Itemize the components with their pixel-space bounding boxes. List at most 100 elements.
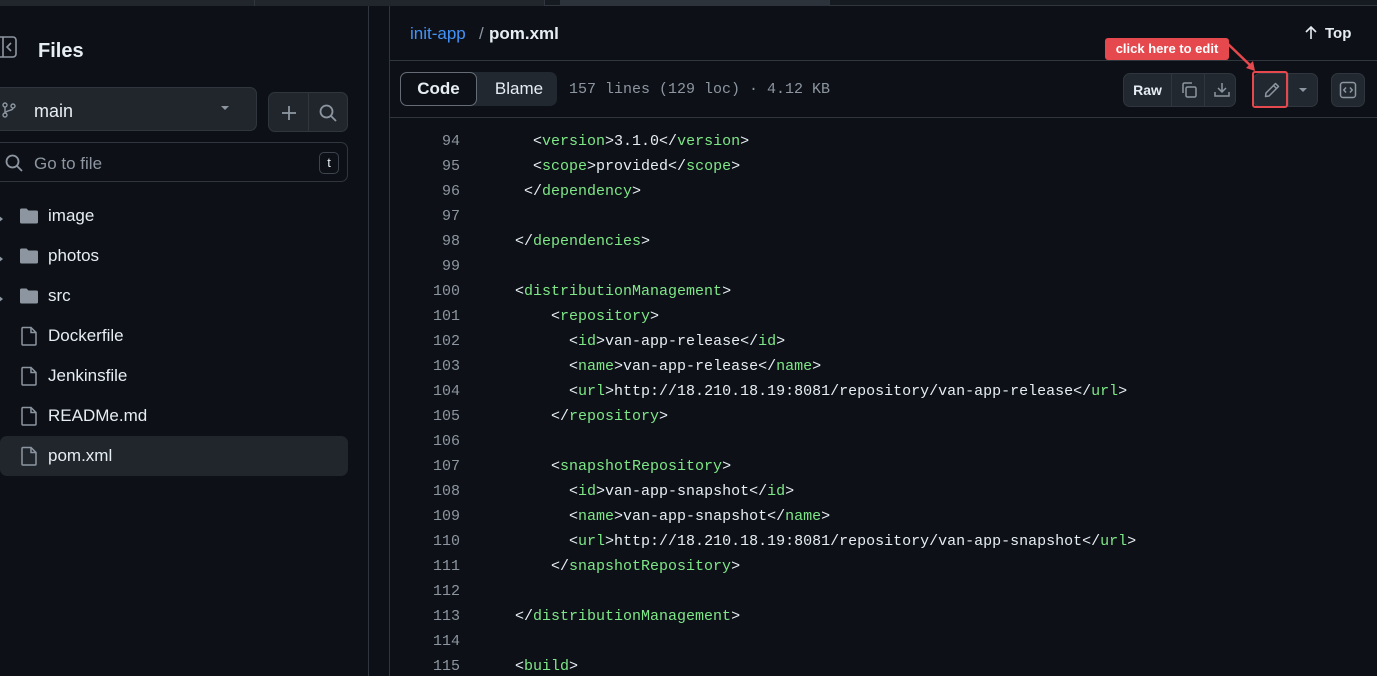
- symbols-panel-button[interactable]: [1331, 73, 1365, 107]
- code-text: <scope>provided</scope>: [533, 158, 741, 175]
- folder-icon: [18, 285, 40, 307]
- tree-folder-item[interactable]: src: [0, 276, 348, 316]
- line-number[interactable]: 103: [390, 354, 460, 379]
- chevron-down-icon[interactable]: [1296, 83, 1310, 97]
- line-number[interactable]: 104: [390, 379, 460, 404]
- download-icon[interactable]: [1213, 81, 1231, 99]
- code-text: <snapshotRepository>: [551, 458, 732, 475]
- line-number[interactable]: 111: [390, 554, 460, 579]
- tree-file-item[interactable]: Jenkinsfile: [0, 356, 348, 396]
- line-number[interactable]: 98: [390, 229, 460, 254]
- go-to-file-placeholder: Go to file: [34, 154, 103, 173]
- breadcrumb-repo-link[interactable]: init-app: [410, 24, 466, 44]
- line-number[interactable]: 113: [390, 604, 460, 629]
- folder-icon: [18, 245, 40, 267]
- sidebar-actions: [268, 92, 348, 132]
- search-icon[interactable]: [318, 103, 338, 123]
- line-number[interactable]: 95: [390, 154, 460, 179]
- code-text: <name>van-app-release</name>: [569, 358, 822, 375]
- code-line: 112: [390, 579, 1377, 604]
- code-text: <url>http://18.210.18.19:8081/repository…: [569, 383, 1128, 400]
- divider: [1288, 74, 1289, 106]
- branch-name: main: [34, 101, 74, 121]
- line-number[interactable]: 110: [390, 529, 460, 554]
- line-number[interactable]: 101: [390, 304, 460, 329]
- code-line: 113 </distributionManagement>: [390, 604, 1377, 629]
- code-square-icon: [1339, 81, 1357, 99]
- code-line: 97: [390, 204, 1377, 229]
- tree-item-label: Dockerfile: [48, 326, 124, 345]
- blame-tab[interactable]: Blame: [481, 72, 557, 106]
- tree-file-item[interactable]: Dockerfile: [0, 316, 348, 356]
- code-line: 114: [390, 629, 1377, 654]
- code-tab[interactable]: Code: [400, 72, 477, 106]
- collapse-sidebar-icon[interactable]: [0, 34, 20, 60]
- code-text: <id>van-app-release</id>: [569, 333, 786, 350]
- line-number[interactable]: 114: [390, 629, 460, 654]
- code-text: </snapshotRepository>: [551, 558, 741, 575]
- resize-gutter[interactable]: [369, 6, 390, 676]
- raw-button[interactable]: Raw: [1124, 74, 1172, 106]
- line-number[interactable]: 115: [390, 654, 460, 676]
- view-mode-segmented-control: Code Blame: [400, 72, 557, 106]
- code-text: </distributionManagement>: [515, 608, 741, 625]
- tree-file-item[interactable]: READMe.md: [0, 396, 348, 436]
- line-number[interactable]: 109: [390, 504, 460, 529]
- code-text: </dependency>: [524, 183, 642, 200]
- tree-item-label: src: [48, 286, 71, 305]
- tree-item-label: Jenkinsfile: [48, 366, 128, 385]
- tree-item-label: pom.xml: [48, 446, 113, 465]
- line-number[interactable]: 112: [390, 579, 460, 604]
- chevron-right-icon[interactable]: [0, 251, 4, 262]
- divider: [308, 93, 309, 131]
- line-number[interactable]: 100: [390, 279, 460, 304]
- branch-selector-button[interactable]: main: [0, 87, 257, 131]
- line-number[interactable]: 96: [390, 179, 460, 204]
- code-line: 99: [390, 254, 1377, 279]
- tree-item-label: image: [48, 206, 95, 225]
- code-line: 94 <version>3.1.0</version>: [390, 129, 1377, 154]
- chevron-right-icon[interactable]: [0, 291, 4, 302]
- code-text: <repository>: [551, 308, 660, 325]
- file-icon: [18, 445, 40, 467]
- folder-icon: [18, 205, 40, 227]
- tree-file-item[interactable]: pom.xml: [0, 436, 348, 476]
- line-number[interactable]: 97: [390, 204, 460, 229]
- line-number[interactable]: 94: [390, 129, 460, 154]
- code-text: <version>3.1.0</version>: [533, 133, 750, 150]
- code-line: 96 </dependency>: [390, 179, 1377, 204]
- file-icon: [18, 365, 40, 387]
- code-line: 95 <scope>provided</scope>: [390, 154, 1377, 179]
- keyboard-shortcut: t: [319, 152, 339, 174]
- line-number[interactable]: 105: [390, 404, 460, 429]
- go-to-file-input[interactable]: Go to file t: [0, 142, 348, 182]
- breadcrumb-separator: /: [479, 24, 484, 43]
- line-number[interactable]: 108: [390, 479, 460, 504]
- code-text: <distributionManagement>: [515, 283, 732, 300]
- file-tree: image photos src Dockerfile Jenkinsfile READM…: [0, 196, 348, 476]
- arrow-up-icon[interactable]: [1303, 25, 1319, 41]
- chevron-right-icon[interactable]: [0, 211, 4, 222]
- copy-icon[interactable]: [1180, 81, 1198, 99]
- file-icon: [18, 405, 40, 427]
- add-file-icon[interactable]: [279, 103, 299, 123]
- sidebar-title: Files: [38, 40, 84, 62]
- divider: [1204, 74, 1205, 106]
- file-icon: [18, 325, 40, 347]
- code-text: <id>van-app-snapshot</id>: [569, 483, 795, 500]
- code-text: <build>: [515, 658, 579, 675]
- code-line: 111 </snapshotRepository>: [390, 554, 1377, 579]
- raw-copy-download-group: Raw: [1123, 73, 1236, 107]
- line-number[interactable]: 102: [390, 329, 460, 354]
- code-line: 100 <distributionManagement>: [390, 279, 1377, 304]
- tree-folder-item[interactable]: photos: [0, 236, 348, 276]
- line-number[interactable]: 107: [390, 454, 460, 479]
- line-number[interactable]: 99: [390, 254, 460, 279]
- code-text: <url>http://18.210.18.19:8081/repository…: [569, 533, 1137, 550]
- scroll-to-top-link[interactable]: Top: [1325, 25, 1351, 42]
- file-tree-sidebar: Files main Go to file t image photos src Do…: [0, 6, 368, 676]
- line-number[interactable]: 106: [390, 429, 460, 454]
- tree-item-label: photos: [48, 246, 100, 265]
- edit-callout-annotation: click here to edit: [1105, 38, 1229, 60]
- tree-folder-item[interactable]: image: [0, 196, 348, 236]
